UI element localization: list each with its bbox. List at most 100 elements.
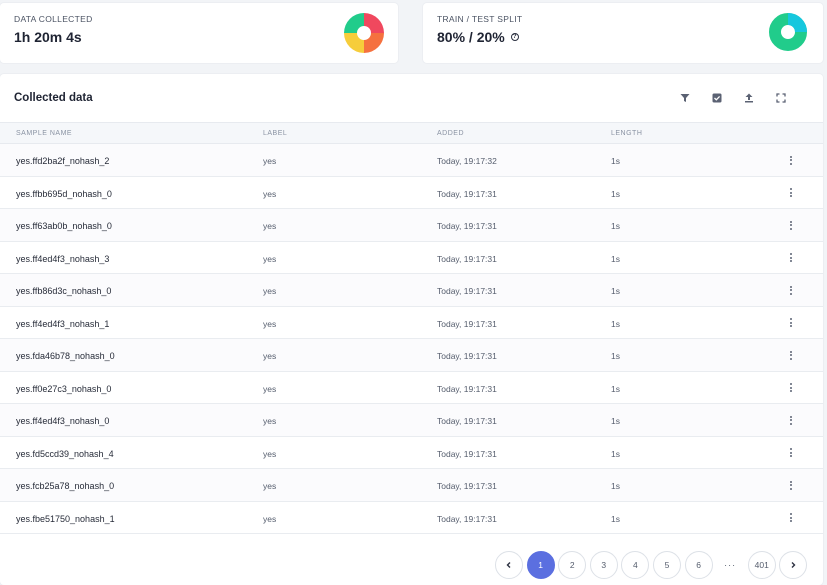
- page-button-1[interactable]: 1: [526, 551, 555, 579]
- data-collected-title: DATA COLLECTED: [14, 14, 93, 24]
- next-page-button[interactable]: [779, 551, 808, 579]
- length-cell: 1s: [611, 188, 620, 199]
- length-cell: 1s: [611, 513, 620, 524]
- length-cell: 1s: [611, 481, 620, 491]
- length-cell: 1s: [611, 286, 620, 296]
- table-row[interactable]: yes.ffbb695d_nohash_0 yes Today, 19:17:31 1…: [0, 177, 823, 209]
- data-collected-card: DATA COLLECTED 1h 20m 4s: [0, 3, 398, 63]
- added-cell: Today, 19:17:31: [437, 383, 497, 394]
- row-menu-icon[interactable]: [785, 413, 797, 427]
- collected-data-title: Collected data: [14, 92, 93, 104]
- filter-icon: [680, 94, 690, 102]
- sample-name-cell: yes.fda46b78_nohash_0: [16, 351, 115, 361]
- sample-name-cell: yes.fbe51750_nohash_1: [16, 513, 115, 524]
- fullscreen-button[interactable]: [765, 86, 797, 110]
- added-cell: Today, 19:17:31: [437, 221, 497, 231]
- upload-icon: [745, 93, 753, 103]
- row-menu-icon[interactable]: [785, 251, 797, 265]
- length-cell: 1s: [611, 253, 620, 264]
- filter-button[interactable]: [669, 86, 701, 110]
- length-cell: 1s: [611, 383, 620, 394]
- donut-segment-yellow: [344, 33, 364, 53]
- row-menu-icon[interactable]: [785, 186, 797, 200]
- row-menu-icon[interactable]: [785, 511, 797, 525]
- table-row[interactable]: yes.ff0e27c3_nohash_0 yes Today, 19:17:31 1…: [0, 372, 823, 404]
- collected-data-panel: Collected data SAMPLE NAME LABEL ADDED L…: [0, 74, 823, 585]
- page-button-5[interactable]: 5: [652, 551, 681, 579]
- row-menu-icon[interactable]: [785, 478, 797, 492]
- label-cell: yes: [263, 221, 277, 231]
- row-menu-icon[interactable]: [785, 446, 797, 460]
- train-test-split-card: TRAIN / TEST SPLIT 80% / 20% ?: [423, 3, 823, 63]
- donut-test-segment: [788, 13, 807, 32]
- added-cell: Today, 19:17:32: [437, 156, 497, 166]
- sample-name-cell: yes.fcb25a78_nohash_0: [16, 481, 115, 491]
- train-test-split-value: 80% / 20% ?: [437, 29, 809, 45]
- added-cell: Today, 19:17:31: [437, 188, 497, 199]
- table-row[interactable]: yes.fda46b78_nohash_0 yes Today, 19:17:31 1…: [0, 339, 823, 372]
- sample-name-cell: yes.ff4ed4f3_nohash_3: [16, 253, 110, 264]
- fullscreen-icon: [776, 93, 786, 103]
- column-header-length[interactable]: LENGTH: [611, 130, 642, 137]
- sample-name-cell: yes.ff63ab0b_nohash_0: [16, 221, 112, 231]
- row-menu-icon[interactable]: [785, 218, 797, 232]
- label-cell: yes: [263, 253, 277, 264]
- column-header-sample-name[interactable]: SAMPLE NAME: [16, 130, 72, 137]
- column-header-added[interactable]: ADDED: [437, 130, 464, 137]
- label-cell: yes: [263, 351, 277, 361]
- label-cell: yes: [263, 156, 277, 166]
- table-row[interactable]: yes.ff4ed4f3_nohash_3 yes Today, 19:17:31 1…: [0, 242, 823, 274]
- label-cell: yes: [263, 286, 277, 296]
- table-row[interactable]: yes.ff4ed4f3_nohash_0 yes Today, 19:17:31 1…: [0, 404, 823, 437]
- sample-name-cell: yes.ffbb695d_nohash_0: [16, 188, 112, 199]
- table-toolbar: [669, 86, 797, 110]
- data-collected-value: 1h 20m 4s: [14, 29, 82, 45]
- page-numbers: 123456: [526, 551, 713, 579]
- length-cell: 1s: [611, 351, 620, 361]
- page-button-3[interactable]: 3: [589, 551, 618, 579]
- select-icon: [712, 93, 722, 103]
- collected-data-header: Collected data: [0, 74, 823, 122]
- question-circle-icon[interactable]: ?: [510, 33, 519, 41]
- table-row[interactable]: yes.fd5ccd39_nohash_4 yes Today, 19:17:31 1…: [0, 437, 823, 469]
- row-menu-icon[interactable]: [785, 153, 797, 167]
- added-cell: Today, 19:17:31: [437, 513, 497, 524]
- column-header-label[interactable]: LABEL: [263, 130, 287, 137]
- added-cell: Today, 19:17:31: [437, 253, 497, 264]
- row-menu-icon[interactable]: [785, 348, 797, 362]
- table-row[interactable]: yes.fbe51750_nohash_1 yes Today, 19:17:31 1…: [0, 502, 823, 534]
- label-cell: yes: [263, 448, 277, 459]
- page-button-2[interactable]: 2: [558, 551, 587, 579]
- sample-name-cell: yes.ff4ed4f3_nohash_1: [16, 318, 110, 329]
- chevron-left-icon: [506, 562, 511, 568]
- length-cell: 1s: [611, 416, 620, 426]
- table-body: yes.ffd2ba2f_nohash_2 yes Today, 19:17:32 1…: [0, 144, 823, 534]
- upload-button[interactable]: [733, 86, 765, 110]
- label-cell: yes: [263, 318, 277, 329]
- length-cell: 1s: [611, 156, 620, 166]
- page-button-6[interactable]: 6: [684, 551, 713, 579]
- sample-name-cell: yes.ffb86d3c_nohash_0: [16, 286, 112, 296]
- row-menu-icon[interactable]: [785, 381, 797, 395]
- pagination-ellipsis: ···: [724, 560, 737, 570]
- label-cell: yes: [263, 383, 277, 394]
- select-button[interactable]: [701, 86, 733, 110]
- row-menu-icon[interactable]: [785, 283, 797, 297]
- sample-name-cell: yes.fd5ccd39_nohash_4: [16, 448, 114, 459]
- length-cell: 1s: [611, 448, 620, 459]
- page-button-4[interactable]: 4: [621, 551, 650, 579]
- added-cell: Today, 19:17:31: [437, 481, 497, 491]
- label-distribution-donut: [344, 13, 384, 53]
- previous-page-button[interactable]: [495, 551, 523, 579]
- sample-name-cell: yes.ff0e27c3_nohash_0: [16, 383, 112, 394]
- added-cell: Today, 19:17:31: [437, 448, 497, 459]
- last-page-button[interactable]: 401: [747, 551, 776, 579]
- table-row[interactable]: yes.fcb25a78_nohash_0 yes Today, 19:17:31 1…: [0, 469, 823, 502]
- table-row[interactable]: yes.ffd2ba2f_nohash_2 yes Today, 19:17:32 1…: [0, 144, 823, 177]
- table-row[interactable]: yes.ff63ab0b_nohash_0 yes Today, 19:17:31 1…: [0, 209, 823, 242]
- chevron-right-icon: [791, 562, 796, 568]
- row-menu-icon[interactable]: [785, 316, 797, 330]
- table-row[interactable]: yes.ff4ed4f3_nohash_1 yes Today, 19:17:31 1…: [0, 307, 823, 339]
- label-cell: yes: [263, 481, 277, 491]
- table-row[interactable]: yes.ffb86d3c_nohash_0 yes Today, 19:17:31 1…: [0, 274, 823, 307]
